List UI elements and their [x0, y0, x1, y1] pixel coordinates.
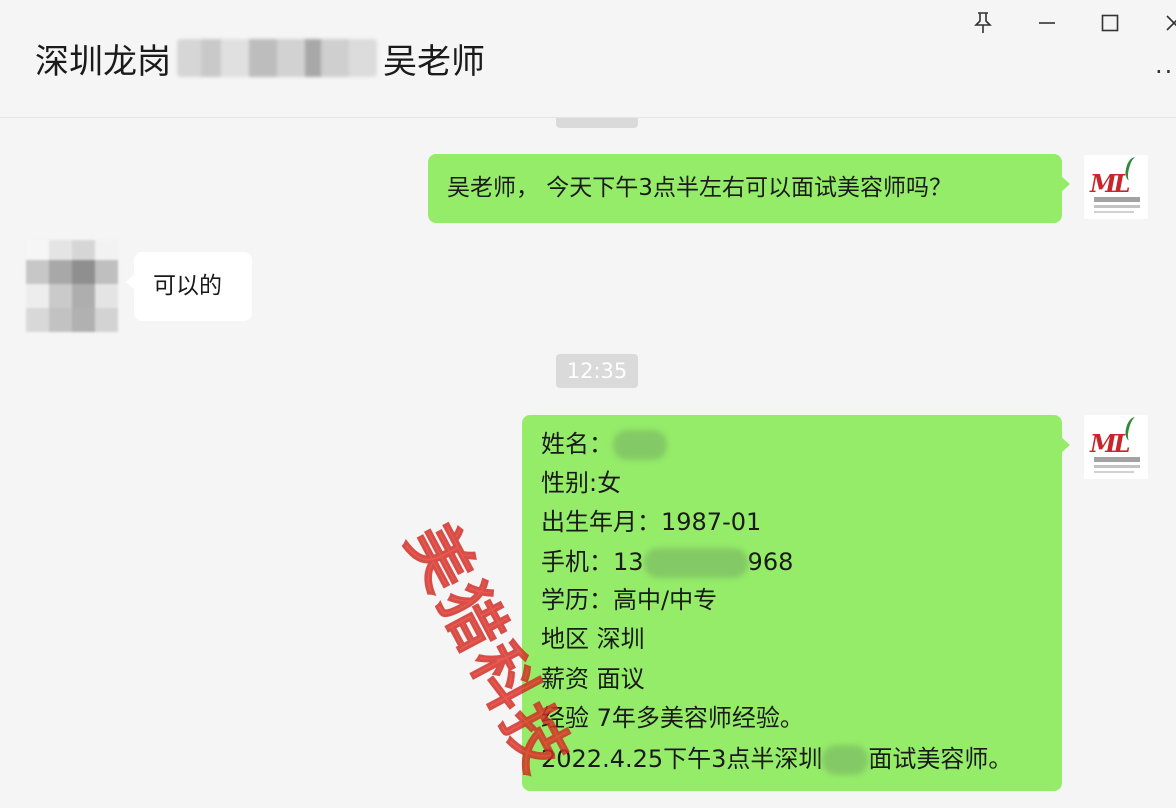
resume-region: 地区 深圳	[541, 625, 645, 653]
message-text: 吴老师， 今天下午3点半左右可以面试美容师吗？	[447, 175, 952, 201]
resume-gender: 性别:女	[541, 469, 622, 497]
pin-icon[interactable]	[968, 8, 998, 38]
resume-phone-suffix: 968	[747, 548, 794, 576]
redacted-phone	[643, 548, 748, 578]
self-avatar[interactable]: ML	[1084, 155, 1148, 219]
sent-message-bubble[interactable]: 吴老师， 今天下午3点半左右可以面试美容师吗？	[428, 154, 1070, 223]
redacted-title-segment	[177, 39, 377, 77]
resume-education: 学历：高中/中专	[541, 586, 718, 614]
resume-phone-prefix: 手机：13	[541, 548, 644, 576]
close-icon[interactable]	[1158, 8, 1176, 38]
previous-timestamp-chip	[556, 118, 638, 128]
received-message-bubble[interactable]: 可以的	[126, 252, 252, 321]
logo-text: ML	[1090, 169, 1130, 198]
resume-interview-suffix: 面试美容师。	[868, 745, 1013, 773]
maximize-icon[interactable]	[1095, 8, 1125, 38]
resume-name-line: 姓名：	[541, 430, 667, 460]
self-avatar[interactable]: ML	[1084, 415, 1148, 479]
minimize-icon[interactable]	[1032, 8, 1062, 38]
resume-message-bubble[interactable]: 姓名： 性别:女 出生年月：1987-01 手机：13 968 学历：高中/中专 …	[522, 415, 1070, 791]
resume-interview-line: 2022.4.25下午3点半深圳 面试美容师。	[541, 745, 1012, 775]
chat-title: 深圳龙岗 吴老师	[35, 36, 485, 82]
logo-swoosh-icon	[1123, 155, 1142, 183]
chat-title-suffix: 吴老师	[383, 41, 485, 82]
message-text: 可以的	[153, 273, 222, 299]
resume-name-label: 姓名：	[541, 430, 613, 458]
redacted-company	[822, 745, 869, 775]
redacted-name	[613, 430, 667, 460]
message-list[interactable]: 吴老师， 今天下午3点半左右可以面试美容师吗？ ML 可以的 12:35 姓名：…	[0, 118, 1176, 808]
logo-text: ML	[1090, 429, 1130, 458]
resume-phone-line: 手机：13 968	[541, 548, 793, 578]
contact-avatar[interactable]	[26, 240, 118, 332]
logo-swoosh-icon	[1123, 415, 1142, 443]
timestamp-chip: 12:35	[556, 354, 638, 388]
resume-birth: 出生年月：1987-01	[541, 508, 762, 536]
chat-header: 深圳龙岗 吴老师 ··	[0, 0, 1176, 118]
chat-title-prefix: 深圳龙岗	[35, 41, 171, 82]
more-icon[interactable]: ··	[1155, 58, 1174, 86]
